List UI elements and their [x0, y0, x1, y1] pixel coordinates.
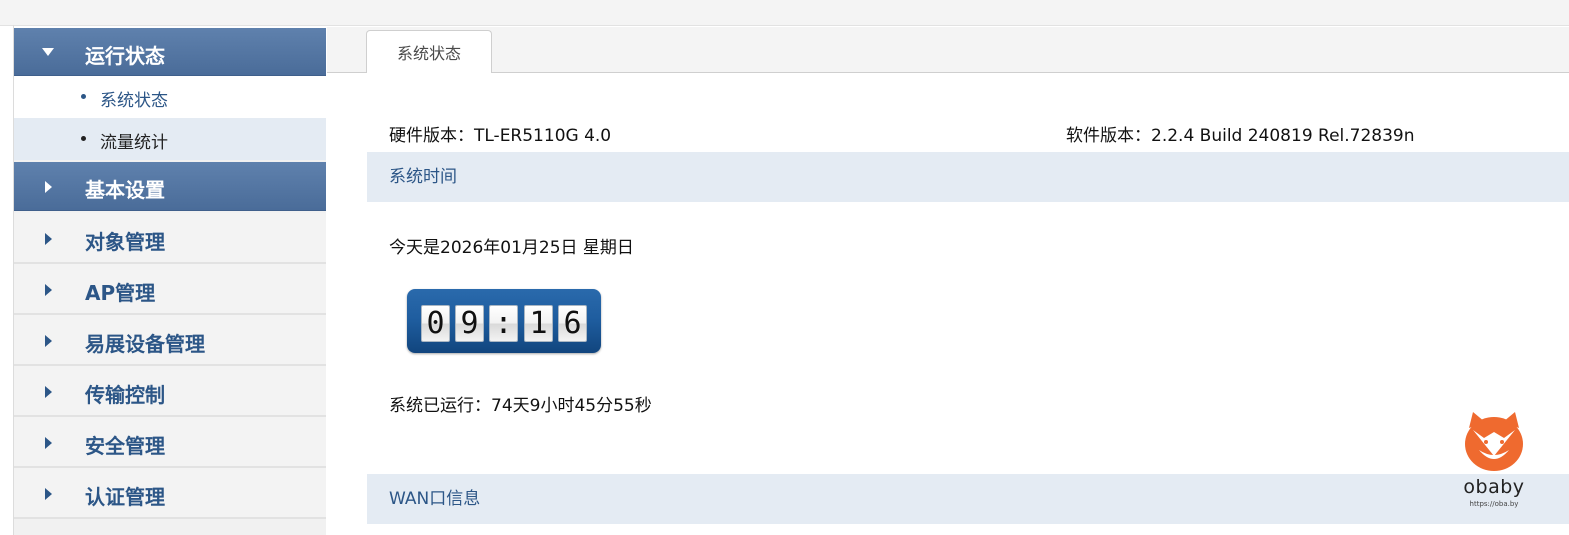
flip-clock: 0 9 : 1 6 — [407, 289, 601, 353]
tab-strip: 系统状态 — [327, 27, 1569, 73]
menu-group-transmission-control[interactable]: 传输控制 — [14, 366, 326, 417]
bullet-icon — [81, 94, 86, 99]
tab-system-status[interactable]: 系统状态 — [366, 30, 492, 73]
caret-right-icon — [41, 436, 55, 450]
caret-right-icon — [41, 232, 55, 246]
menu-group-object-management[interactable]: 对象管理 — [14, 213, 326, 264]
clock-digit-minute-ones: 6 — [558, 305, 587, 342]
menu-group-label: 传输控制 — [85, 383, 165, 407]
watermark-url: https://oba.by — [1469, 500, 1519, 508]
menu-group-running-status[interactable]: 运行状态 — [14, 28, 326, 76]
menu-group-label: AP管理 — [85, 281, 156, 305]
fox-logo-icon — [1465, 412, 1523, 471]
menu-group-label: 运行状态 — [85, 44, 165, 68]
menu-group-ap-management[interactable]: AP管理 — [14, 264, 326, 315]
current-date: 今天是2026年01月25日 星期日 — [389, 238, 634, 258]
watermark-logo: obaby https://oba.by — [1457, 410, 1531, 510]
menu-group-label: 易展设备管理 — [85, 332, 205, 356]
section-header-system-time: 系统时间 — [367, 152, 1569, 202]
top-bar — [0, 0, 1569, 26]
caret-right-icon — [41, 487, 55, 501]
menu-group-label: 对象管理 — [85, 230, 165, 254]
caret-right-icon — [41, 385, 55, 399]
sidebar-item-system-status[interactable]: 系统状态 — [14, 76, 326, 118]
caret-right-icon — [41, 180, 55, 194]
menu-group-label: 安全管理 — [85, 434, 165, 458]
menu-group-authentication-management[interactable]: 认证管理 — [14, 468, 326, 519]
menu-group-basic-settings[interactable]: 基本设置 — [14, 162, 326, 211]
menu-group-easy-device-management[interactable]: 易展设备管理 — [14, 315, 326, 366]
clock-digit-minute-tens: 1 — [524, 305, 553, 342]
bullet-icon — [81, 136, 86, 141]
caret-right-icon — [41, 334, 55, 348]
section-header-wan-info: WAN口信息 — [367, 474, 1569, 524]
caret-right-icon — [41, 283, 55, 297]
hardware-version: 硬件版本：TL-ER5110G 4.0 — [389, 126, 612, 146]
clock-separator: : — [489, 305, 518, 342]
caret-down-icon — [41, 45, 55, 59]
main-content: 系统状态 硬件版本：TL-ER5110G 4.0 软件版本：2.2.4 Buil… — [327, 27, 1569, 535]
watermark-name: obaby — [1463, 476, 1525, 498]
sidebar-menu: 运行状态 系统状态 流量统计 基本设置 对象管理 AP管理 易展设备管理 传输控… — [14, 28, 326, 535]
sidebar-item-label: 流量统计 — [100, 133, 168, 153]
menu-group-label: 基本设置 — [85, 178, 165, 202]
menu-group-security-management[interactable]: 安全管理 — [14, 417, 326, 468]
menu-group-label: 认证管理 — [85, 485, 165, 509]
sidebar-item-traffic-stats[interactable]: 流量统计 — [14, 118, 326, 160]
clock-digit-hour-ones: 9 — [455, 305, 484, 342]
system-uptime: 系统已运行：74天9小时45分55秒 — [389, 396, 652, 416]
sidebar-item-label: 系统状态 — [100, 91, 168, 111]
clock-digit-hour-tens: 0 — [421, 305, 450, 342]
software-version: 软件版本：2.2.4 Build 240819 Rel.72839n — [1066, 126, 1415, 146]
